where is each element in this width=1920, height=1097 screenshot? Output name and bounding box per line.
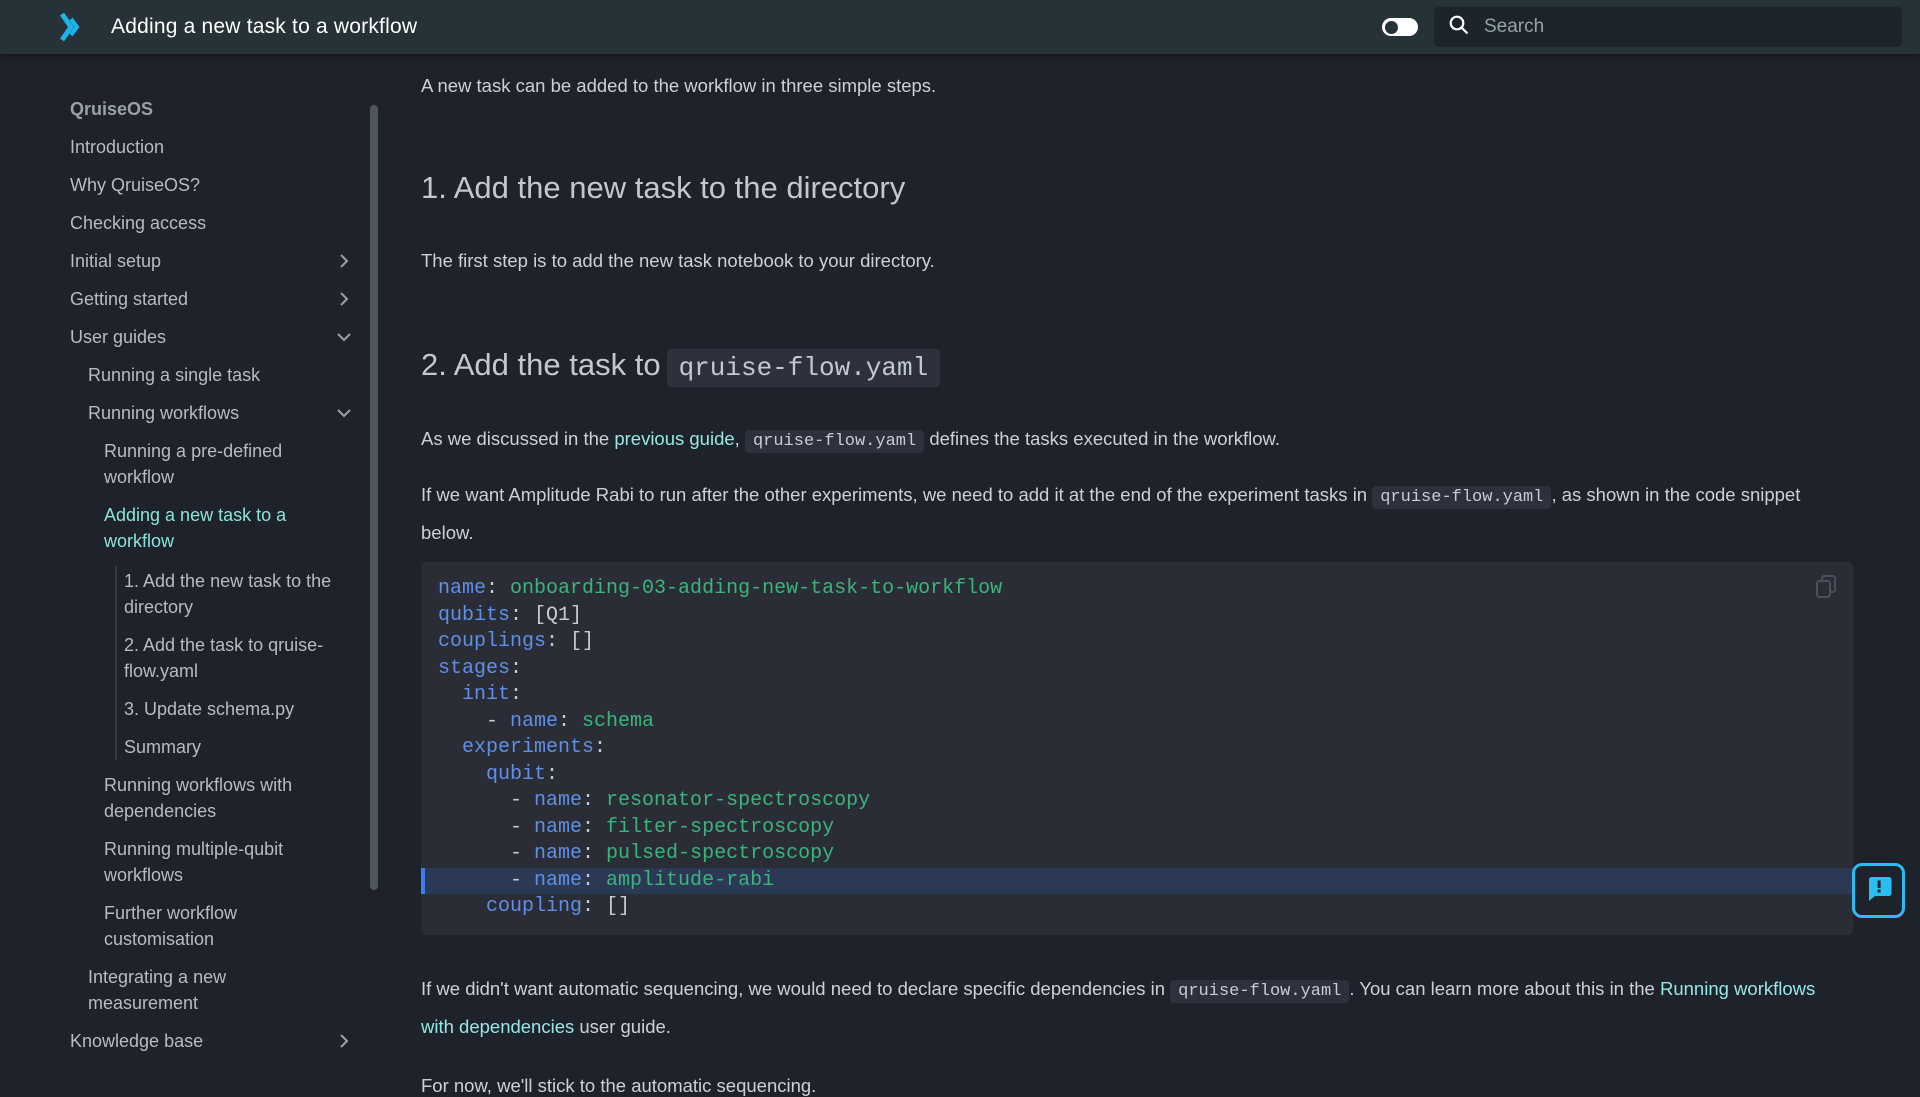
code-line: - name: schema — [421, 709, 1853, 736]
sidebar-item-knowledge-base[interactable]: Knowledge base — [0, 1028, 376, 1054]
sidebar-item-why-qruiseos[interactable]: Why QruiseOS? — [0, 172, 376, 198]
chevron-right-icon — [336, 251, 352, 271]
app-header: Adding a new task to a workflow — [0, 0, 1920, 54]
code-line: coupling: [] — [421, 894, 1853, 921]
inline-code-qruise-flow: qruise-flow.yaml — [745, 430, 924, 453]
paragraph-first-step: The first step is to add the new task no… — [421, 243, 1853, 278]
sidebar-item-introduction[interactable]: Introduction — [0, 134, 376, 160]
heading-add-task-qruise-flow: 2. Add the task toqruise-flow.yaml — [421, 342, 1853, 391]
toc-item-update-schema[interactable]: 3. Update schema.py — [117, 696, 376, 722]
chevron-right-icon — [336, 1031, 352, 1051]
sidebar-item-further-workflow-customisation[interactable]: Further workflow customisation — [0, 900, 376, 952]
sidebar-item-checking-access[interactable]: Checking access — [0, 210, 376, 236]
paragraph-for-now: For now, we'll stick to the automatic se… — [421, 1068, 1853, 1097]
toggle-knob — [1385, 21, 1398, 34]
code-line: name: onboarding-03-adding-new-task-to-w… — [421, 576, 1853, 603]
sidebar-item-getting-started[interactable]: Getting started — [0, 286, 376, 312]
heading-inline-code: qruise-flow.yaml — [667, 349, 941, 387]
sidebar-item-adding-new-task-current[interactable]: Adding a new task to a workflow — [0, 502, 376, 554]
sidebar-item-initial-setup[interactable]: Initial setup — [0, 248, 376, 274]
code-line: - name: pulsed-spectroscopy — [421, 841, 1853, 868]
search-bar[interactable] — [1434, 7, 1902, 47]
code-line: couplings: [] — [421, 629, 1853, 656]
sidebar-item-multiple-qubit-workflows[interactable]: Running multiple-qubit workflows — [0, 836, 376, 888]
article-content: A new task can be added to the workflow … — [421, 54, 1853, 1097]
toc-item-add-task-directory[interactable]: 1. Add the new task to the directory — [117, 568, 376, 620]
sidebar-item-workflows-with-dependencies[interactable]: Running workflows with dependencies — [0, 772, 376, 824]
sidebar-nav: QruiseOS Introduction Why QruiseOS? Chec… — [0, 54, 376, 1097]
sidebar-scrollbar[interactable] — [370, 105, 378, 890]
feedback-button[interactable] — [1852, 863, 1905, 918]
code-line: - name: resonator-spectroscopy — [421, 788, 1853, 815]
paragraph-amplitude-rabi: If we want Amplitude Rabi to run after t… — [421, 477, 1853, 550]
sidebar-section-qruiseos: QruiseOS — [0, 96, 376, 122]
toc-item-add-task-qruise-flow[interactable]: 2. Add the task to qruise-flow.yaml — [117, 632, 376, 684]
toc-item-summary[interactable]: Summary — [117, 734, 376, 760]
theme-toggle[interactable] — [1382, 18, 1418, 36]
code-line: experiments: — [421, 735, 1853, 762]
chevron-down-icon — [334, 405, 354, 421]
chevron-right-icon — [336, 289, 352, 309]
sidebar-item-running-workflows[interactable]: Running workflows — [0, 400, 376, 426]
code-line: stages: — [421, 656, 1853, 683]
sidebar-item-integrating-new-measurement[interactable]: Integrating a new measurement — [0, 964, 376, 1016]
inline-code-qruise-flow: qruise-flow.yaml — [1170, 980, 1349, 1003]
search-icon — [1448, 14, 1470, 41]
page-toc: 1. Add the new task to the directory 2. … — [115, 566, 376, 760]
code-line-highlighted: - name: amplitude-rabi — [421, 868, 1853, 895]
yaml-code-block: name: onboarding-03-adding-new-task-to-w… — [421, 562, 1853, 935]
sidebar-item-running-predefined-workflow[interactable]: Running a pre-defined workflow — [0, 438, 376, 490]
feedback-exclamation-bubble-icon — [1864, 873, 1894, 908]
code-line: init: — [421, 682, 1853, 709]
code-line: qubits: [Q1] — [421, 603, 1853, 630]
paragraph-automatic-sequencing: If we didn't want automatic sequencing, … — [421, 971, 1853, 1044]
search-input[interactable] — [1484, 16, 1888, 38]
copy-icon[interactable] — [1813, 574, 1839, 602]
intro-paragraph: A new task can be added to the workflow … — [421, 68, 1853, 103]
code-line: - name: filter-spectroscopy — [421, 815, 1853, 842]
inline-code-qruise-flow: qruise-flow.yaml — [1372, 486, 1551, 509]
page-title: Adding a new task to a workflow — [111, 15, 417, 39]
heading-add-task-directory: 1. Add the new task to the directory — [421, 167, 1853, 209]
paragraph-as-discussed: As we discussed in the previous guide, q… — [421, 421, 1853, 459]
sidebar-item-user-guides[interactable]: User guides — [0, 324, 376, 350]
sidebar-item-running-single-task[interactable]: Running a single task — [0, 362, 376, 388]
chevron-down-icon — [334, 329, 354, 345]
link-previous-guide[interactable]: previous guide — [614, 428, 734, 449]
code-line: qubit: — [421, 762, 1853, 789]
qruise-logo-icon — [57, 10, 81, 44]
